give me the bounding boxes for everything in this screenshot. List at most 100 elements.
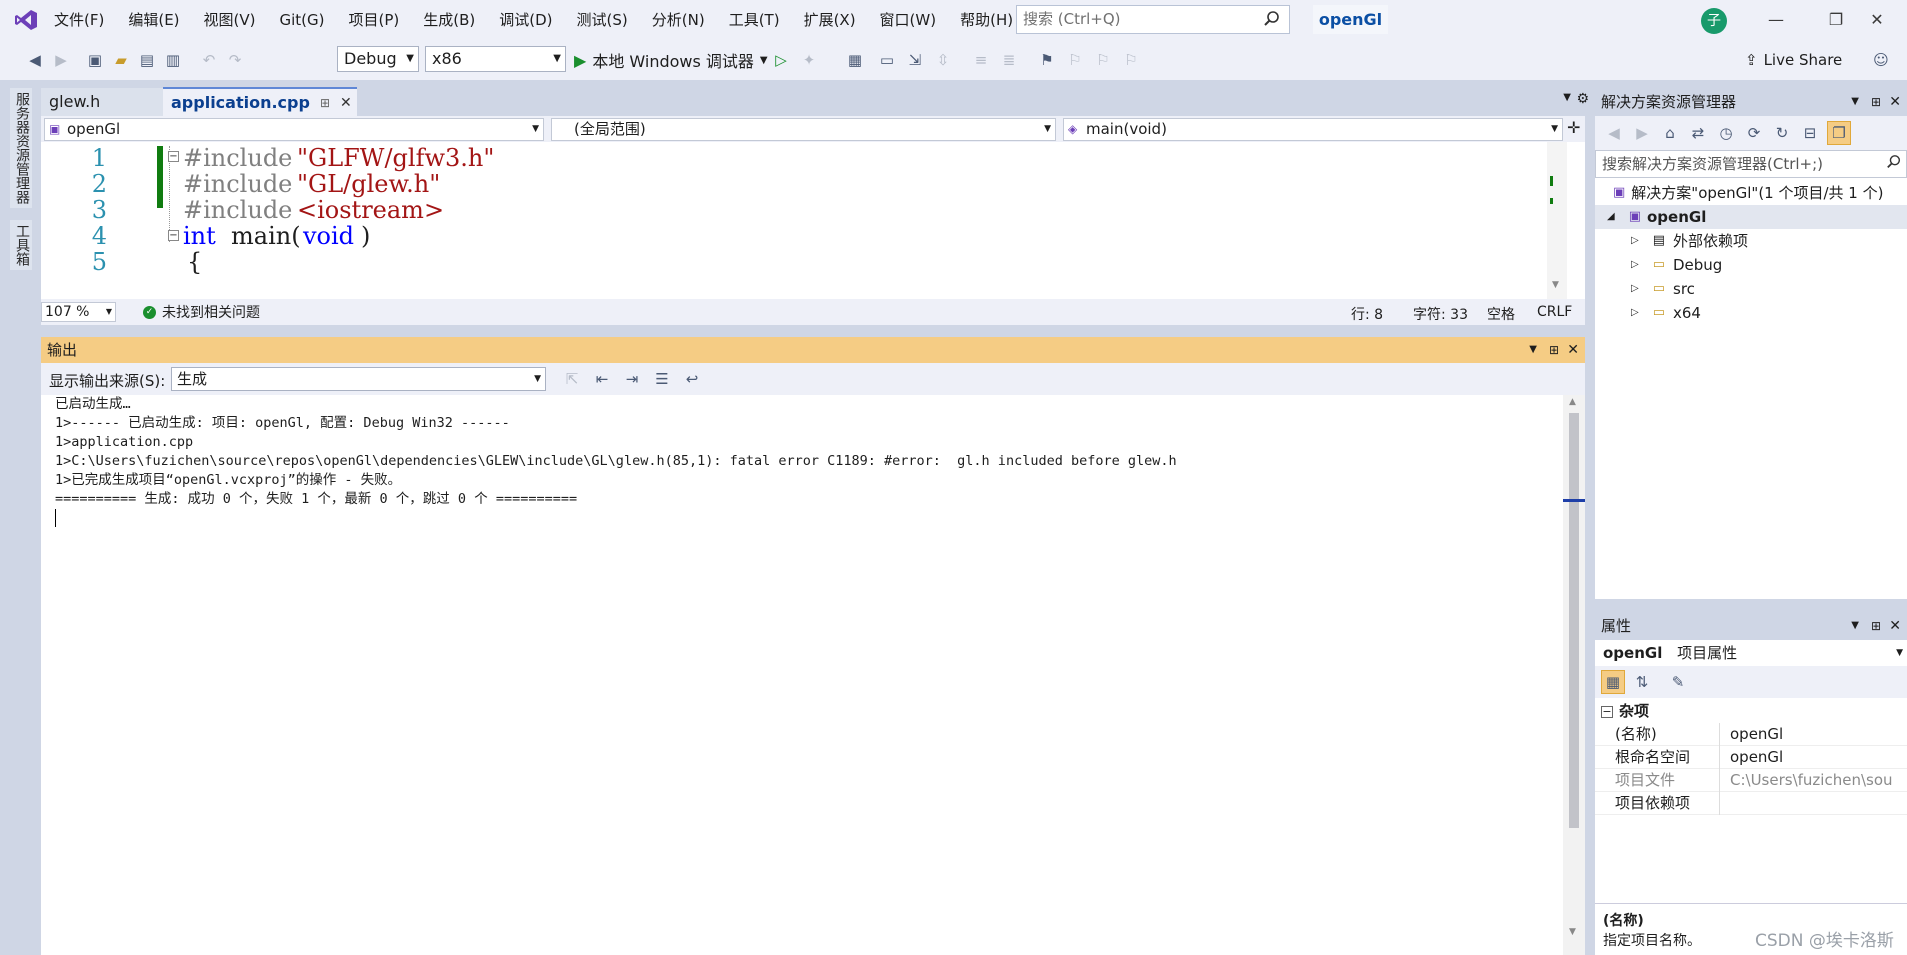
step-icon[interactable]: ⇲ [904,49,926,71]
menu-extensions[interactable]: 扩展(X) [792,0,868,40]
minimize-icon[interactable]: — [1746,0,1806,40]
forward-icon[interactable]: ▶ [1631,122,1653,144]
settings-gear-icon[interactable]: ⚙ [1576,91,1589,107]
sync-icon[interactable]: ⟳ [1743,122,1765,144]
tab-list-dropdown-icon[interactable]: ▼ [1563,92,1571,103]
property-category[interactable]: − 杂项 [1595,700,1907,723]
tree-item-project[interactable]: ◢ ▣ openGl [1595,205,1907,229]
configuration-select[interactable]: Debug ▼ [337,46,419,72]
menu-analyze[interactable]: 分析(N) [640,0,717,40]
breakpoint-icon[interactable]: ⇳ [932,49,954,71]
go-to-location-icon[interactable]: ⇱ [561,368,583,390]
menu-tools[interactable]: 工具(T) [717,0,792,40]
redo-icon[interactable]: ↷ [224,49,246,71]
scroll-down-icon[interactable]: ▼ [1552,280,1559,290]
nav-project-select[interactable]: ▣ openGl ▼ [44,118,544,141]
save-all-icon[interactable]: ▥ [162,49,184,71]
switch-views-icon[interactable]: ⇄ [1687,122,1709,144]
home-icon[interactable]: ⌂ [1659,122,1681,144]
close-icon[interactable]: ✕ [1847,0,1907,40]
open-folder-icon[interactable]: ▰ [110,49,132,71]
collapse-all-icon[interactable]: ⊟ [1799,122,1821,144]
alphabetical-icon[interactable]: ⇅ [1631,671,1653,693]
output-source-select[interactable]: 生成 ▼ [171,367,546,391]
menu-help[interactable]: 帮助(H) [948,0,1025,40]
uncomment-icon[interactable]: ≣ [998,49,1020,71]
new-project-icon[interactable]: ▣ [84,49,106,71]
zoom-select[interactable]: 107 % ▼ [41,302,116,322]
menu-view[interactable]: 视图(V) [192,0,268,40]
forward-icon[interactable]: ▶ [50,49,72,71]
output-text[interactable]: 已启动生成… 1>------ 已启动生成: 项目: openGl, 配置: De… [41,395,1563,955]
layout-icon[interactable]: ▭ [876,49,898,71]
property-row[interactable]: 项目文件 C:\Users\fuzichen\sou [1595,769,1907,792]
property-row[interactable]: 根命名空间 openGl [1595,746,1907,769]
line-indicator[interactable]: 行: 8 [1351,304,1383,324]
issues-indicator[interactable]: ✓ 未找到相关问题 [143,299,260,325]
solution-search-input[interactable]: 搜索解决方案资源管理器(Ctrl+;) [1595,150,1907,178]
back-icon[interactable]: ◀ [1603,122,1625,144]
editor-scrollbar[interactable]: ▼ [1547,142,1567,299]
platform-select[interactable]: x86 ▼ [425,46,566,72]
pin-icon[interactable]: ⊞ [1871,88,1881,116]
next-message-icon[interactable]: ⇥ [621,368,643,390]
code-editor[interactable]: − − 1 #include "GLFW/glfw3.h" 2 #include… [41,142,1585,299]
chevron-down-icon[interactable]: ▼ [1851,612,1859,640]
nav-member-select[interactable]: ◈ main(void) ▼ [1063,118,1563,141]
whitespace-indicator[interactable]: 空格 [1487,304,1515,324]
line-ending-indicator[interactable]: CRLF [1537,304,1572,320]
bookmark-clear-icon[interactable]: ⚐ [1120,49,1142,71]
avatar[interactable]: 子 [1701,8,1727,34]
tree-item-solution[interactable]: ▣ 解决方案"openGl"(1 个项目/共 1 个) [1613,181,1883,205]
pin-icon[interactable]: ⊞ [1871,612,1881,640]
show-all-files-icon[interactable]: ❐ [1827,121,1851,145]
save-icon[interactable]: ▤ [136,49,158,71]
solution-name-badge[interactable]: openGl [1313,5,1388,34]
word-wrap-icon[interactable]: ↩ [681,368,703,390]
close-icon[interactable]: ✕ [1889,612,1901,640]
column-indicator[interactable]: 字符: 33 [1413,304,1468,324]
live-share-button[interactable]: ⇪ Live Share [1745,47,1842,73]
server-explorer-tab[interactable]: 服务器资源管理器 [10,88,32,208]
browse-icon[interactable]: ▦ [844,49,866,71]
menu-build[interactable]: 生成(B) [411,0,487,40]
refresh-icon[interactable]: ↻ [1771,122,1793,144]
chevron-down-icon[interactable]: ▼ [1851,88,1859,116]
property-pages-icon[interactable]: ✎ [1667,671,1689,693]
close-tab-icon[interactable]: ✕ [340,89,352,117]
nav-scope-select[interactable]: (全局范围) ▼ [551,118,1056,141]
output-scrollbar[interactable]: ▲ ▼ [1563,395,1585,955]
tree-item-src[interactable]: ▷ ▭ src [1631,277,1695,301]
menu-file[interactable]: 文件(F) [42,0,116,40]
tree-item-debug[interactable]: ▷ ▭ Debug [1631,253,1722,277]
tab-glew-h[interactable]: glew.h [41,88,163,116]
tab-application-cpp[interactable]: application.cpp ⊞ ✕ [163,87,357,117]
pin-icon[interactable]: ⊞ [1549,337,1559,363]
run-without-debugging-icon[interactable]: ▷ [770,49,792,71]
scroll-down-icon[interactable]: ▼ [1569,927,1576,937]
bookmark-icon[interactable]: ⚑ [1036,49,1058,71]
menu-test[interactable]: 测试(S) [565,0,640,40]
search-input[interactable]: 搜索 (Ctrl+Q) [1016,5,1290,34]
menu-edit[interactable]: 编辑(E) [116,0,191,40]
tree-item-x64[interactable]: ▷ ▭ x64 [1631,301,1701,325]
bookmark-prev-icon[interactable]: ⚐ [1064,49,1086,71]
toolbox-tab[interactable]: 工具箱 [10,220,32,270]
bookmark-next-icon[interactable]: ⚐ [1092,49,1114,71]
pin-icon[interactable]: ⊞ [320,89,330,117]
tree-item-external-dependencies[interactable]: ▷ ▤ 外部依赖项 [1631,229,1748,253]
clear-all-icon[interactable]: ☰ [651,368,673,390]
property-row[interactable]: 项目依赖项 [1595,792,1907,815]
chevron-down-icon[interactable]: ▼ [1529,337,1537,363]
close-icon[interactable]: ✕ [1889,88,1901,116]
categorized-icon[interactable]: ▦ [1601,670,1625,694]
split-window-icon[interactable]: ✛ [1567,118,1580,137]
hot-reload-icon[interactable]: ✦ [798,49,820,71]
scroll-up-icon[interactable]: ▲ [1569,397,1576,407]
scroll-thumb[interactable] [1569,413,1579,828]
menu-window[interactable]: 窗口(W) [868,0,949,40]
properties-object-selector[interactable]: openGl 项目属性 ▼ [1595,640,1907,666]
pending-changes-icon[interactable]: ◷ [1715,122,1737,144]
close-icon[interactable]: ✕ [1567,337,1579,363]
comment-icon[interactable]: ≡ [970,49,992,71]
